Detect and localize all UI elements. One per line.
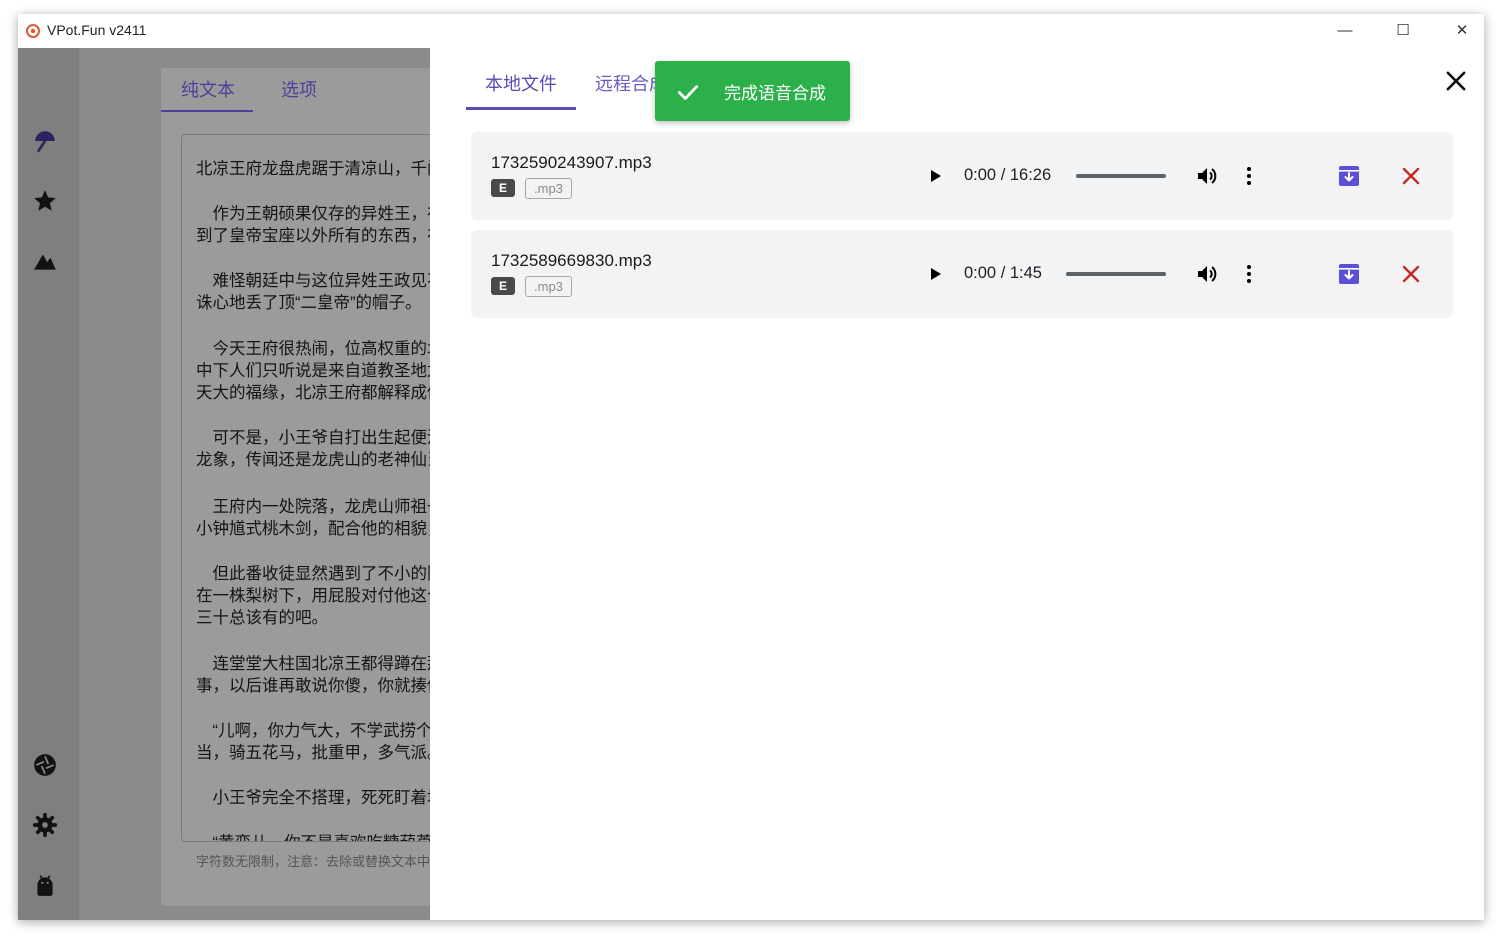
volume-icon[interactable]	[1195, 164, 1219, 188]
minimize-button[interactable]: —	[1329, 19, 1361, 43]
triangle-logo-icon[interactable]	[32, 248, 58, 274]
audio-player: 0:00 / 16:26	[905, 144, 1279, 208]
star-icon[interactable]	[32, 188, 58, 214]
play-icon[interactable]	[925, 264, 945, 284]
umbrella-icon[interactable]	[32, 128, 58, 154]
window-content: 纯文本 选项 北凉王府龙盘虎踞于清凉山，千门万户 作为王朝硕果仅存的异姓王，在庙…	[18, 48, 1484, 920]
play-icon[interactable]	[925, 166, 945, 186]
close-panel-icon[interactable]	[1442, 67, 1470, 95]
success-toast: 完成语音合成	[655, 61, 850, 121]
toast-message: 完成语音合成	[724, 84, 826, 103]
audio-player: 0:00 / 1:45	[905, 242, 1279, 306]
more-options-icon[interactable]	[1237, 164, 1261, 188]
seek-bar[interactable]	[1066, 272, 1166, 276]
remove-icon[interactable]	[1399, 164, 1423, 188]
tab-local-files[interactable]: 本地文件	[485, 70, 557, 96]
window-title: VPot.Fun v2411	[47, 22, 147, 38]
more-options-icon[interactable]	[1237, 262, 1261, 286]
panel-tab-indicator	[466, 107, 576, 110]
character-limit-hint: 字符数无限制，注意：去除或替换文本中含有	[196, 854, 457, 869]
sidebar	[18, 48, 79, 920]
gear-icon[interactable]	[32, 812, 58, 838]
engine-badge: E	[491, 179, 515, 197]
maximize-button[interactable]: ☐	[1387, 19, 1419, 43]
download-icon[interactable]	[1337, 164, 1361, 188]
aperture-icon[interactable]	[32, 752, 58, 778]
file-name: 1732590243907.mp3	[491, 153, 652, 172]
volume-icon[interactable]	[1195, 262, 1219, 286]
tab-plain-text[interactable]: 纯文本	[181, 76, 235, 102]
playback-time: 0:00 / 16:26	[964, 166, 1052, 184]
android-icon[interactable]	[32, 872, 58, 898]
extension-badge: .mp3	[525, 178, 572, 199]
file-item: 1732590243907.mp3 E .mp3 0:00 / 16:26	[471, 132, 1453, 220]
title-bar: VPot.Fun v2411 — ☐ ✕	[18, 14, 1484, 48]
check-icon	[677, 85, 699, 100]
file-name: 1732589669830.mp3	[491, 251, 652, 270]
tab-options[interactable]: 选项	[281, 76, 317, 102]
download-icon[interactable]	[1337, 262, 1361, 286]
playback-time: 0:00 / 1:45	[964, 264, 1042, 282]
close-window-button[interactable]: ✕	[1446, 19, 1478, 43]
remove-icon[interactable]	[1399, 262, 1423, 286]
app-window: VPot.Fun v2411 — ☐ ✕ 纯文本 选项 北凉王府龙盘虎踞于清凉山…	[18, 14, 1484, 920]
file-item: 1732589669830.mp3 E .mp3 0:00 / 1:45	[471, 230, 1453, 318]
app-logo-icon	[26, 24, 40, 38]
extension-badge: .mp3	[525, 276, 572, 297]
editor-tab-indicator	[161, 110, 253, 112]
engine-badge: E	[491, 277, 515, 295]
files-drawer: 本地文件 远程合成 完成语音合成 1732590243907.mp3 E .mp…	[430, 48, 1484, 920]
seek-bar[interactable]	[1076, 174, 1166, 178]
